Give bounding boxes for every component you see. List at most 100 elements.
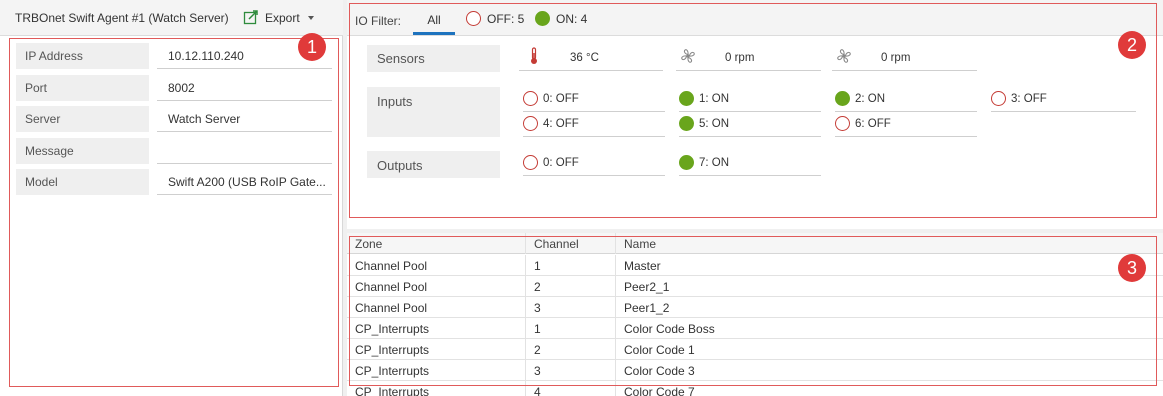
cell-channel: 1	[526, 255, 616, 276]
io-filter-label: IO Filter:	[355, 14, 402, 28]
property-value[interactable]: 8002	[157, 75, 332, 101]
channel-grid: Zone Channel Name Channel Pool 1 Master …	[347, 233, 1163, 396]
input-item: 3: OFF	[991, 86, 1136, 112]
cell-zone: CP_Interrupts	[347, 318, 526, 339]
cell-name: Color Code 3	[624, 364, 695, 378]
export-button[interactable]: Export	[243, 9, 314, 27]
property-row-model: Model Swift A200 (USB RoIP Gate...	[16, 169, 332, 195]
input-label: 3: OFF	[1011, 92, 1047, 105]
io-filter-toolbar: IO Filter: All OFF: 5 ON: 4	[347, 0, 1163, 36]
off-indicator-icon	[523, 91, 538, 106]
cell-name: Color Code Boss	[624, 322, 715, 336]
input-item: 4: OFF	[523, 111, 665, 137]
export-label: Export	[265, 11, 300, 25]
table-row[interactable]: CP_Interrupts 1 Color Code Boss	[347, 318, 1163, 339]
output-item: 0: OFF	[523, 150, 665, 176]
cell-channel: 1	[526, 318, 616, 339]
property-label: Server	[16, 106, 149, 132]
input-label: 2: ON	[855, 92, 886, 105]
input-item: 0: OFF	[523, 86, 665, 112]
column-header-name[interactable]: Name	[616, 233, 1163, 254]
off-indicator-icon	[991, 91, 1006, 106]
sensor-value: 0 rpm	[725, 51, 755, 64]
cell-channel: 2	[526, 276, 616, 297]
filter-off-label: OFF: 5	[487, 11, 525, 26]
sensor-value: 0 rpm	[881, 51, 911, 64]
table-row[interactable]: Channel Pool 1 Master	[347, 255, 1163, 276]
table-row[interactable]: Channel Pool 3 Peer1_2	[347, 297, 1163, 318]
column-header-zone[interactable]: Zone	[347, 233, 526, 254]
cell-channel: 4	[526, 381, 616, 396]
sensor-fan-1: 0 rpm	[676, 45, 821, 71]
cell-name: Color Code 7	[624, 385, 695, 396]
input-item: 6: OFF	[835, 111, 977, 137]
input-label: 0: OFF	[543, 92, 579, 105]
chevron-down-icon	[307, 16, 314, 20]
fan-icon	[680, 48, 696, 67]
callout-badge-1: 1	[298, 33, 326, 61]
cell-channel: 3	[526, 360, 616, 381]
property-label: Model	[16, 169, 149, 195]
input-item: 1: ON	[679, 86, 821, 112]
output-label: 7: ON	[699, 156, 730, 169]
tab-all[interactable]: All	[413, 7, 455, 35]
input-label: 6: OFF	[855, 117, 891, 130]
column-header-channel[interactable]: Channel	[526, 233, 616, 254]
property-label: Port	[16, 75, 149, 101]
sensor-temperature: 36 °C	[519, 45, 663, 71]
input-label: 5: ON	[699, 117, 730, 130]
on-indicator-icon	[679, 155, 694, 170]
input-item: 2: ON	[835, 86, 977, 112]
table-row[interactable]: CP_Interrupts 4 Color Code 7	[347, 381, 1163, 396]
input-label: 1: ON	[699, 92, 730, 105]
cell-zone: CP_Interrupts	[347, 360, 526, 381]
sensor-fan-2: 0 rpm	[832, 45, 977, 71]
input-label: 4: OFF	[543, 117, 579, 130]
callout-badge-3: 3	[1118, 254, 1146, 282]
io-panel: IO Filter: All OFF: 5 ON: 4 Sensors 36 °…	[347, 0, 1163, 229]
property-row-message: Message	[16, 138, 332, 164]
on-indicator-icon	[835, 91, 850, 106]
callout-badge-2: 2	[1118, 31, 1146, 59]
on-indicator-icon	[679, 116, 694, 131]
cell-channel: 3	[526, 297, 616, 318]
thermometer-icon	[529, 47, 539, 68]
off-indicator-icon	[523, 155, 538, 170]
cell-zone: CP_Interrupts	[347, 339, 526, 360]
cell-zone: Channel Pool	[347, 255, 526, 276]
property-row-server: Server Watch Server	[16, 106, 332, 132]
cell-name: Master	[624, 259, 661, 273]
export-icon	[243, 9, 259, 28]
cell-channel: 2	[526, 339, 616, 360]
cell-zone: Channel Pool	[347, 276, 526, 297]
on-indicator-icon	[535, 11, 550, 26]
filter-off-button[interactable]: OFF: 5	[466, 11, 524, 26]
input-item: 5: ON	[679, 111, 821, 137]
output-item: 7: ON	[679, 150, 821, 176]
outputs-label: Outputs	[367, 151, 500, 178]
on-indicator-icon	[679, 91, 694, 106]
filter-on-label: ON: 4	[556, 11, 588, 26]
inputs-label: Inputs	[367, 87, 500, 137]
off-indicator-icon	[466, 11, 481, 26]
property-value[interactable]: Swift A200 (USB RoIP Gate...	[157, 169, 332, 195]
property-row-ip-address: IP Address 10.12.110.240	[16, 43, 332, 69]
table-row[interactable]: Channel Pool 2 Peer2_1	[347, 276, 1163, 297]
agent-panel-header: TRBOnet Swift Agent #1 (Watch Server) Ex…	[0, 0, 343, 36]
agent-properties-panel: TRBOnet Swift Agent #1 (Watch Server) Ex…	[0, 0, 343, 396]
filter-on-button[interactable]: ON: 4	[535, 11, 587, 26]
cell-name: Color Code 1	[624, 343, 695, 357]
cell-name: Peer1_2	[624, 301, 670, 315]
table-row[interactable]: CP_Interrupts 3 Color Code 3	[347, 360, 1163, 381]
fan-icon	[836, 48, 852, 67]
cell-name: Peer2_1	[624, 280, 670, 294]
sensors-label: Sensors	[367, 45, 500, 72]
off-indicator-icon	[523, 116, 538, 131]
agent-title: TRBOnet Swift Agent #1 (Watch Server)	[15, 11, 229, 25]
off-indicator-icon	[835, 116, 850, 131]
cell-zone: Channel Pool	[347, 297, 526, 318]
output-label: 0: OFF	[543, 156, 579, 169]
table-row[interactable]: CP_Interrupts 2 Color Code 1	[347, 339, 1163, 360]
property-value[interactable]: Watch Server	[157, 106, 332, 132]
property-value[interactable]	[157, 138, 332, 164]
